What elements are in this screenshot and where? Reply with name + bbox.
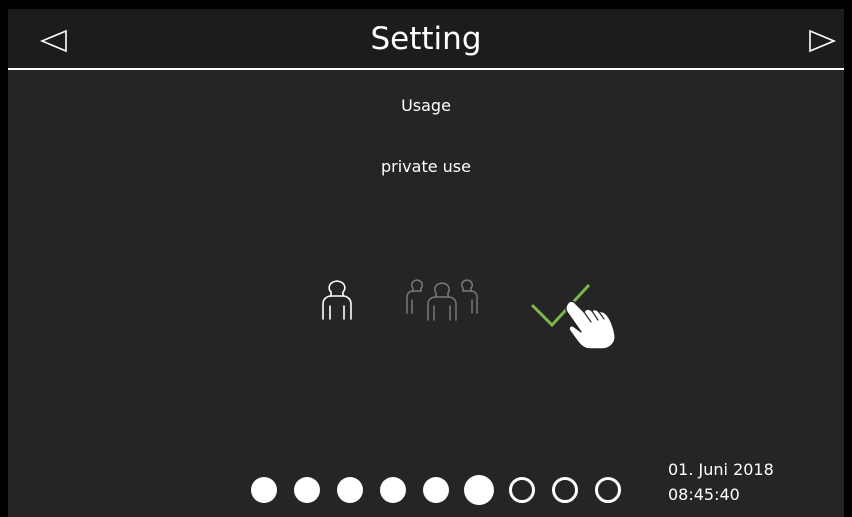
datetime-display: 01. Juni 2018 08:45:40 (668, 457, 774, 507)
page-title: Setting (370, 21, 482, 57)
page-dot-8 (552, 477, 578, 503)
setting-name: Usage (401, 96, 451, 115)
page-dot-5 (423, 477, 449, 503)
shared-use-option[interactable] (404, 277, 484, 323)
page-dot-9 (595, 477, 621, 503)
page-dot-7 (509, 477, 535, 503)
page-dot-6-current (464, 475, 494, 505)
triangle-right-icon (809, 29, 837, 53)
next-button[interactable] (798, 19, 844, 61)
date-text: 01. Juni 2018 (668, 460, 774, 479)
group-people-icon (406, 279, 478, 321)
page-dot-1 (251, 477, 277, 503)
private-use-option[interactable] (318, 277, 356, 323)
time-text: 08:45:40 (668, 485, 740, 504)
page-dot-2 (294, 477, 320, 503)
confirm-button[interactable] (526, 273, 626, 351)
header-bar: Setting (8, 9, 844, 70)
page-dot-3 (337, 477, 363, 503)
setting-value: private use (381, 157, 471, 176)
screen: Setting Usage private use 01. Juni 2018 … (8, 9, 844, 517)
checkmark-icon (530, 283, 616, 350)
single-person-icon (322, 280, 352, 320)
page-dot-4 (380, 477, 406, 503)
tap-hand-icon (565, 300, 616, 350)
